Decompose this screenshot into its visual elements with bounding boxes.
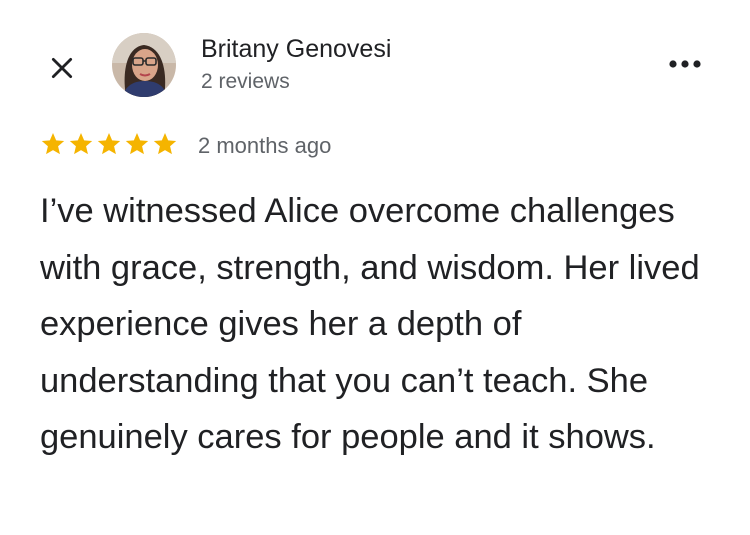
- star-icon: [69, 132, 93, 155]
- star-icon: [125, 132, 149, 155]
- reviewer-name[interactable]: Britany Genovesi: [201, 34, 391, 64]
- review-text: I’ve witnessed Alice overcome challenges…: [40, 192, 700, 456]
- reviewer-photo: [112, 33, 176, 97]
- more-options-icon: [669, 60, 701, 68]
- star-icon: [41, 132, 65, 155]
- more-options-button[interactable]: [660, 48, 710, 80]
- close-icon: [51, 57, 73, 79]
- review-date: 2 months ago: [198, 133, 332, 158]
- review-count[interactable]: 2 reviews: [201, 69, 290, 95]
- close-button[interactable]: [44, 50, 80, 86]
- star-icon: [97, 132, 121, 155]
- star-rating: [40, 131, 178, 157]
- star-icon: [153, 132, 177, 155]
- avatar[interactable]: [112, 33, 176, 97]
